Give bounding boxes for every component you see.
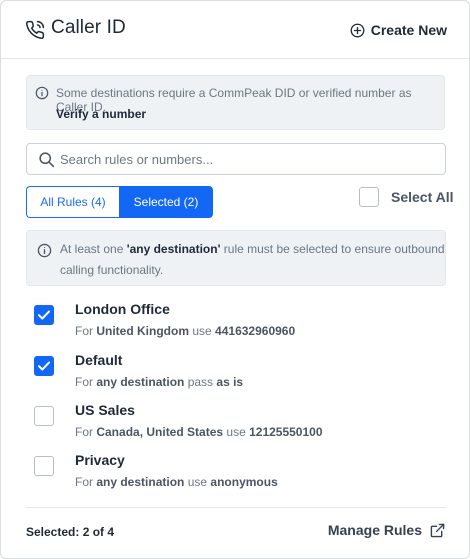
warning-notice: At least one 'any destination' rule must… <box>26 230 446 286</box>
rule-row-us-sales: US Sales For Canada, United States use 1… <box>1 402 469 448</box>
rule-row-privacy: Privacy For any destination use anonymou… <box>1 452 469 498</box>
select-all-checkbox[interactable] <box>359 187 379 207</box>
rule-description: For United Kingdom use 441632960960 <box>75 324 296 338</box>
warning-line-1: At least one 'any destination' rule must… <box>60 242 445 256</box>
rule-checkbox[interactable] <box>34 356 54 376</box>
rule-name: Default <box>75 352 123 368</box>
caller-id-panel: Caller ID Create New Some destinations r… <box>0 0 470 559</box>
panel-header: Caller ID Create New <box>1 1 469 59</box>
rule-name: Privacy <box>75 452 125 468</box>
rule-row-default: Default For any destination pass as is <box>1 352 469 398</box>
search-box <box>26 143 446 175</box>
info-icon <box>35 86 49 100</box>
rule-description: For any destination use anonymous <box>75 475 278 489</box>
external-link-icon <box>430 523 445 537</box>
info-notice: Some destinations require a CommPeak DID… <box>26 75 445 130</box>
create-new-button[interactable]: Create New <box>350 20 447 40</box>
rule-name: London Office <box>75 301 170 317</box>
footer-divider <box>26 507 446 508</box>
rule-description: For any destination pass as is <box>75 375 244 389</box>
search-icon <box>39 152 55 168</box>
manage-rules-label: Manage Rules <box>327 522 422 538</box>
select-all-toggle[interactable]: Select All <box>359 186 454 208</box>
tab-selected[interactable]: Selected (2) <box>119 186 213 218</box>
checkmark-icon <box>38 361 50 371</box>
plus-circle-icon <box>350 23 365 37</box>
warning-line-2: calling functionality. <box>60 263 164 277</box>
rule-row-london-office: London Office For United Kingdom use 441… <box>1 301 469 347</box>
rule-name: US Sales <box>75 402 135 418</box>
page-title: Caller ID <box>51 17 126 38</box>
phone-icon <box>26 20 45 39</box>
tab-all-rules[interactable]: All Rules (4) <box>26 186 119 218</box>
rule-checkbox[interactable] <box>34 305 54 325</box>
warning-highlight: 'any destination' <box>126 242 221 256</box>
rule-checkbox[interactable] <box>34 456 54 476</box>
verify-number-link[interactable]: Verify a number <box>56 107 146 121</box>
info-icon <box>37 243 52 258</box>
selected-count: Selected: 2 of 4 <box>26 525 115 539</box>
search-input[interactable] <box>60 148 440 170</box>
manage-rules-link[interactable]: Manage Rules <box>328 522 445 538</box>
rule-checkbox[interactable] <box>34 406 54 426</box>
rule-description: For Canada, United States use 1212555010… <box>75 425 323 439</box>
create-new-label: Create New <box>370 22 447 38</box>
rule-filter-tabs: All Rules (4) Selected (2) <box>26 186 213 218</box>
select-all-label: Select All <box>391 189 454 205</box>
checkmark-icon <box>38 310 50 320</box>
